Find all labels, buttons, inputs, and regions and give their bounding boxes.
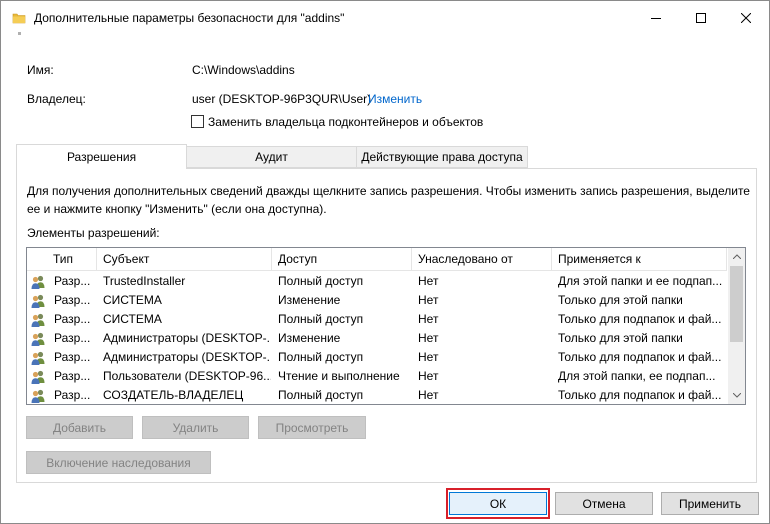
- title-divider-mark: [18, 32, 21, 35]
- row-subject: Пользователи (DESKTOP-96...: [103, 369, 271, 383]
- column-inherited-from[interactable]: Унаследовано от: [412, 248, 552, 271]
- row-applies-to: Только для подпапок и фай...: [558, 312, 722, 326]
- tab-effective-access[interactable]: Действующие права доступа: [356, 146, 528, 168]
- users-icon: [30, 350, 46, 366]
- users-icon: [30, 388, 46, 404]
- table-row[interactable]: Разр... СИСТЕМА Полный доступ Нет Только для…: [27, 310, 727, 329]
- row-subject: СОЗДАТЕЛЬ-ВЛАДЕЛЕЦ: [103, 388, 244, 402]
- permissions-hint-line1: Для получения дополнительных сведений дв…: [27, 184, 750, 198]
- scroll-down-button[interactable]: [728, 387, 745, 404]
- row-type: Разр...: [54, 331, 91, 345]
- row-inherited-from: Нет: [418, 331, 439, 345]
- add-button[interactable]: Добавить: [26, 416, 133, 439]
- row-inherited-from: Нет: [418, 293, 439, 307]
- row-applies-to: Только для подпапок и фай...: [558, 388, 722, 402]
- minimize-button[interactable]: [633, 1, 679, 35]
- column-type[interactable]: Тип: [47, 248, 97, 271]
- scroll-up-button[interactable]: [728, 248, 745, 265]
- list-header: Тип Субъект Доступ Унаследовано от Приме…: [27, 248, 727, 271]
- tab-audit[interactable]: Аудит: [186, 146, 357, 168]
- row-applies-to: Только для подпапок и фай...: [558, 350, 722, 364]
- row-access: Полный доступ: [278, 274, 364, 288]
- change-owner-link[interactable]: Изменить: [368, 92, 422, 106]
- users-icon: [30, 369, 46, 385]
- cancel-button[interactable]: Отмена: [555, 492, 653, 515]
- tab-permissions[interactable]: Разрешения: [16, 144, 187, 169]
- users-icon: [30, 331, 46, 347]
- window-title: Дополнительные параметры безопасности дл…: [34, 11, 345, 25]
- close-icon: [741, 13, 751, 23]
- permissions-hint-line2: ее и нажмите кнопку "Изменить" (если она…: [27, 202, 327, 216]
- row-type: Разр...: [54, 350, 91, 364]
- row-inherited-from: Нет: [418, 312, 439, 326]
- view-button[interactable]: Просмотреть: [258, 416, 366, 439]
- row-applies-to: Для этой папки, ее подпап...: [558, 369, 716, 383]
- row-inherited-from: Нет: [418, 350, 439, 364]
- row-subject: Администраторы (DESKTOP-...: [103, 331, 271, 345]
- row-inherited-from: Нет: [418, 274, 439, 288]
- column-subject[interactable]: Субъект: [97, 248, 272, 271]
- row-type: Разр...: [54, 369, 91, 383]
- table-row[interactable]: Разр... TrustedInstaller Полный доступ Нет Д…: [27, 272, 727, 291]
- name-value: C:\Windows\addins: [192, 63, 295, 77]
- table-row[interactable]: Разр... СИСТЕМА Изменение Нет Только для это…: [27, 291, 727, 310]
- security-settings-window: Дополнительные параметры безопасности дл…: [0, 0, 770, 524]
- enable-inheritance-button[interactable]: Включение наследования: [26, 451, 211, 474]
- users-icon: [30, 312, 46, 328]
- chevron-up-icon: [732, 254, 741, 259]
- row-access: Изменение: [278, 331, 341, 345]
- permission-entries-list[interactable]: Тип Субъект Доступ Унаследовано от Приме…: [26, 247, 746, 405]
- name-label: Имя:: [27, 63, 54, 77]
- owner-label: Владелец:: [27, 92, 86, 106]
- row-access: Полный доступ: [278, 388, 364, 402]
- row-subject: TrustedInstaller: [103, 274, 186, 288]
- replace-owner-label[interactable]: Заменить владельца подконтейнеров и объе…: [208, 115, 483, 129]
- row-type: Разр...: [54, 388, 91, 402]
- folder-icon: [12, 11, 26, 25]
- table-row[interactable]: Разр... Администраторы (DESKTOP-... Измене…: [27, 329, 727, 348]
- replace-owner-checkbox[interactable]: [191, 115, 204, 128]
- row-access: Изменение: [278, 293, 341, 307]
- close-button[interactable]: [723, 1, 769, 35]
- title-bar: Дополнительные параметры безопасности дл…: [1, 1, 769, 35]
- remove-button[interactable]: Удалить: [142, 416, 249, 439]
- chevron-down-icon: [732, 393, 741, 398]
- users-icon: [30, 274, 46, 290]
- apply-button[interactable]: Применить: [661, 492, 759, 515]
- table-row[interactable]: Разр... Администраторы (DESKTOP-... Полный…: [27, 348, 727, 367]
- owner-value: user (DESKTOP-96P3QUR\User): [192, 92, 372, 106]
- row-subject: СИСТЕМА: [103, 293, 162, 307]
- row-applies-to: Только для этой папки: [558, 293, 683, 307]
- row-subject: СИСТЕМА: [103, 312, 162, 326]
- table-row[interactable]: Разр... СОЗДАТЕЛЬ-ВЛАДЕЛЕЦ Полный доступ Не…: [27, 386, 727, 404]
- column-applies-to[interactable]: Применяется к: [552, 248, 727, 271]
- maximize-icon: [696, 13, 706, 23]
- row-inherited-from: Нет: [418, 369, 439, 383]
- row-access: Полный доступ: [278, 350, 364, 364]
- column-access[interactable]: Доступ: [272, 248, 412, 271]
- table-row[interactable]: Разр... Пользователи (DESKTOP-96... Чтение…: [27, 367, 727, 386]
- row-subject: Администраторы (DESKTOP-...: [103, 350, 271, 364]
- minimize-icon: [651, 18, 661, 19]
- row-inherited-from: Нет: [418, 388, 439, 402]
- row-access: Полный доступ: [278, 312, 364, 326]
- row-applies-to: Только для этой папки: [558, 331, 683, 345]
- permission-entries-label: Элементы разрешений:: [27, 226, 160, 240]
- row-access: Чтение и выполнение: [278, 369, 400, 383]
- maximize-button[interactable]: [678, 1, 724, 35]
- row-applies-to: Для этой папки и ее подпап...: [558, 274, 723, 288]
- row-type: Разр...: [54, 274, 91, 288]
- row-type: Разр...: [54, 293, 91, 307]
- list-vertical-scrollbar[interactable]: [728, 248, 745, 404]
- ok-button[interactable]: ОК: [449, 492, 547, 515]
- row-type: Разр...: [54, 312, 91, 326]
- users-icon: [30, 293, 46, 309]
- scroll-thumb[interactable]: [730, 266, 743, 342]
